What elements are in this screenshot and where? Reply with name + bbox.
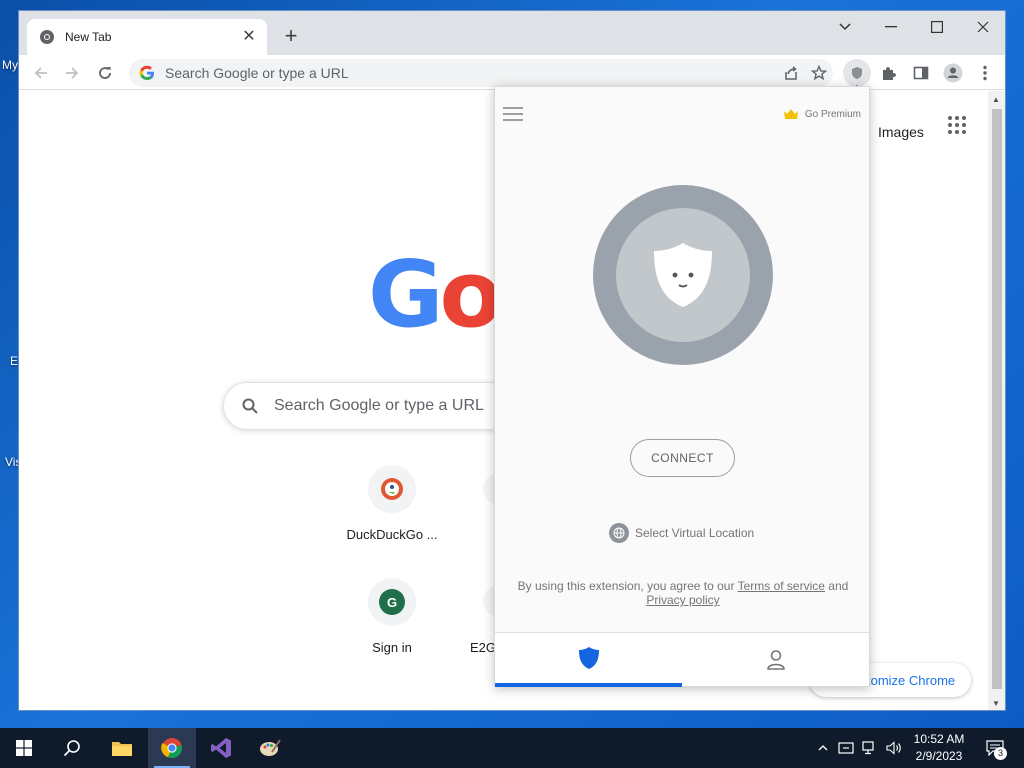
paint-palette-icon	[260, 739, 281, 756]
virtual-location-label: Select Virtual Location	[635, 526, 755, 540]
shortcut-label: E2G	[470, 640, 494, 655]
scroll-down-arrow-icon[interactable]: ▼	[992, 699, 1000, 708]
crown-icon	[783, 109, 798, 119]
desktop-icon-label[interactable]: My	[2, 58, 18, 72]
tab-search-icon[interactable]	[822, 11, 868, 43]
tab-new-tab[interactable]: New Tab ✕	[27, 19, 267, 55]
back-button[interactable]	[27, 59, 55, 87]
chrome-icon	[161, 738, 182, 759]
toolbar: Search Google or type a URL	[19, 55, 1005, 103]
go-premium-label: Go Premium	[804, 108, 861, 120]
terms-and: and	[824, 579, 849, 593]
taskbar: 10:52 AM 2/9/2023 3	[0, 728, 1024, 768]
windows-logo-icon	[16, 740, 32, 756]
terms-prefix: By using this extension, you agree to ou…	[517, 579, 738, 593]
shortcut-tile[interactable]: G Sign in	[336, 578, 448, 655]
forward-button[interactable]	[58, 59, 86, 87]
select-virtual-location[interactable]: Select Virtual Location	[609, 523, 754, 543]
notification-count-badge: 3	[994, 747, 1007, 760]
system-clock[interactable]: 10:52 AM 2/9/2023	[904, 731, 974, 765]
taskbar-chrome[interactable]	[148, 728, 196, 768]
search-icon	[242, 398, 258, 414]
google-g-icon	[139, 65, 154, 80]
tab-title: New Tab	[65, 30, 112, 44]
taskbar-search-button[interactable]	[48, 728, 96, 768]
terms-notice: By using this extension, you agree to ou…	[509, 579, 857, 607]
chrome-favicon-icon	[40, 30, 54, 44]
clock-date: 2/9/2023	[915, 749, 963, 763]
globe-icon	[609, 523, 629, 543]
folder-icon	[112, 742, 132, 756]
bookmark-star-icon[interactable]	[805, 59, 833, 87]
reload-button[interactable]	[91, 59, 119, 87]
page-scrollbar[interactable]: ▲ ▼	[988, 91, 1005, 710]
search-icon	[63, 740, 80, 757]
user-icon	[766, 650, 785, 670]
nav-account-tab[interactable]	[682, 633, 869, 687]
sign-in-letter-icon: G	[379, 589, 405, 615]
omnibox[interactable]: Search Google or type a URL	[129, 59, 833, 87]
new-tab-button[interactable]: +	[277, 23, 305, 51]
clock-time: 10:52 AM	[913, 732, 965, 746]
connect-button[interactable]: CONNECT	[630, 439, 735, 477]
hamburger-menu-icon[interactable]	[503, 107, 523, 125]
connection-status-circle	[593, 185, 773, 365]
duckduckgo-icon	[381, 478, 403, 500]
privacy-policy-link[interactable]: Privacy policy	[646, 593, 719, 607]
maximize-button[interactable]	[914, 11, 960, 43]
betternet-extension-icon[interactable]	[843, 59, 871, 87]
google-apps-icon[interactable]	[947, 115, 967, 135]
shortcut-label: DuckDuckGo ...	[346, 527, 438, 542]
popup-bottom-nav	[495, 632, 869, 687]
extensions-puzzle-icon[interactable]	[875, 59, 903, 87]
scroll-up-arrow-icon[interactable]: ▲	[992, 95, 1000, 104]
nav-connection-tab[interactable]	[495, 633, 682, 687]
shield-mascot-icon	[654, 243, 712, 307]
side-panel-icon[interactable]	[907, 59, 935, 87]
network-icon[interactable]	[860, 728, 880, 768]
show-hidden-icons-chevron-icon[interactable]	[814, 728, 832, 768]
desktop-icon-label[interactable]: E	[10, 354, 18, 368]
visual-studio-icon	[211, 738, 231, 758]
kebab-menu-icon[interactable]	[971, 59, 999, 87]
terms-of-service-link[interactable]: Terms of service	[738, 579, 825, 593]
close-tab-icon[interactable]: ✕	[241, 29, 257, 45]
profile-avatar-icon[interactable]	[939, 59, 967, 87]
shortcut-tile[interactable]: DuckDuckGo ...	[336, 465, 448, 542]
tab-strip: New Tab ✕ +	[19, 11, 1005, 55]
taskbar-paint[interactable]	[246, 728, 294, 768]
taskbar-visual-studio[interactable]	[197, 728, 245, 768]
action-center-button[interactable]: 3	[980, 728, 1010, 768]
customize-label: tomize Chrome	[867, 672, 956, 688]
images-link[interactable]: Images	[878, 124, 924, 140]
shield-icon	[578, 647, 599, 669]
search-placeholder: Search Google or type a URL	[274, 397, 484, 414]
shortcut-label: Sign in	[372, 640, 412, 655]
go-premium-link[interactable]: Go Premium	[783, 108, 861, 120]
volume-icon[interactable]	[884, 728, 904, 768]
share-icon[interactable]	[777, 59, 805, 87]
start-button[interactable]	[0, 728, 48, 768]
taskbar-file-explorer[interactable]	[98, 728, 146, 768]
tray-app-icon[interactable]	[836, 728, 856, 768]
minimize-button[interactable]	[868, 11, 914, 43]
close-window-button[interactable]	[960, 11, 1005, 43]
vpn-extension-popup: Go Premium CONNECT Select Virtual Locati…	[494, 86, 870, 687]
scrollbar-thumb[interactable]	[992, 109, 1002, 689]
omnibox-placeholder: Search Google or type a URL	[165, 65, 349, 81]
